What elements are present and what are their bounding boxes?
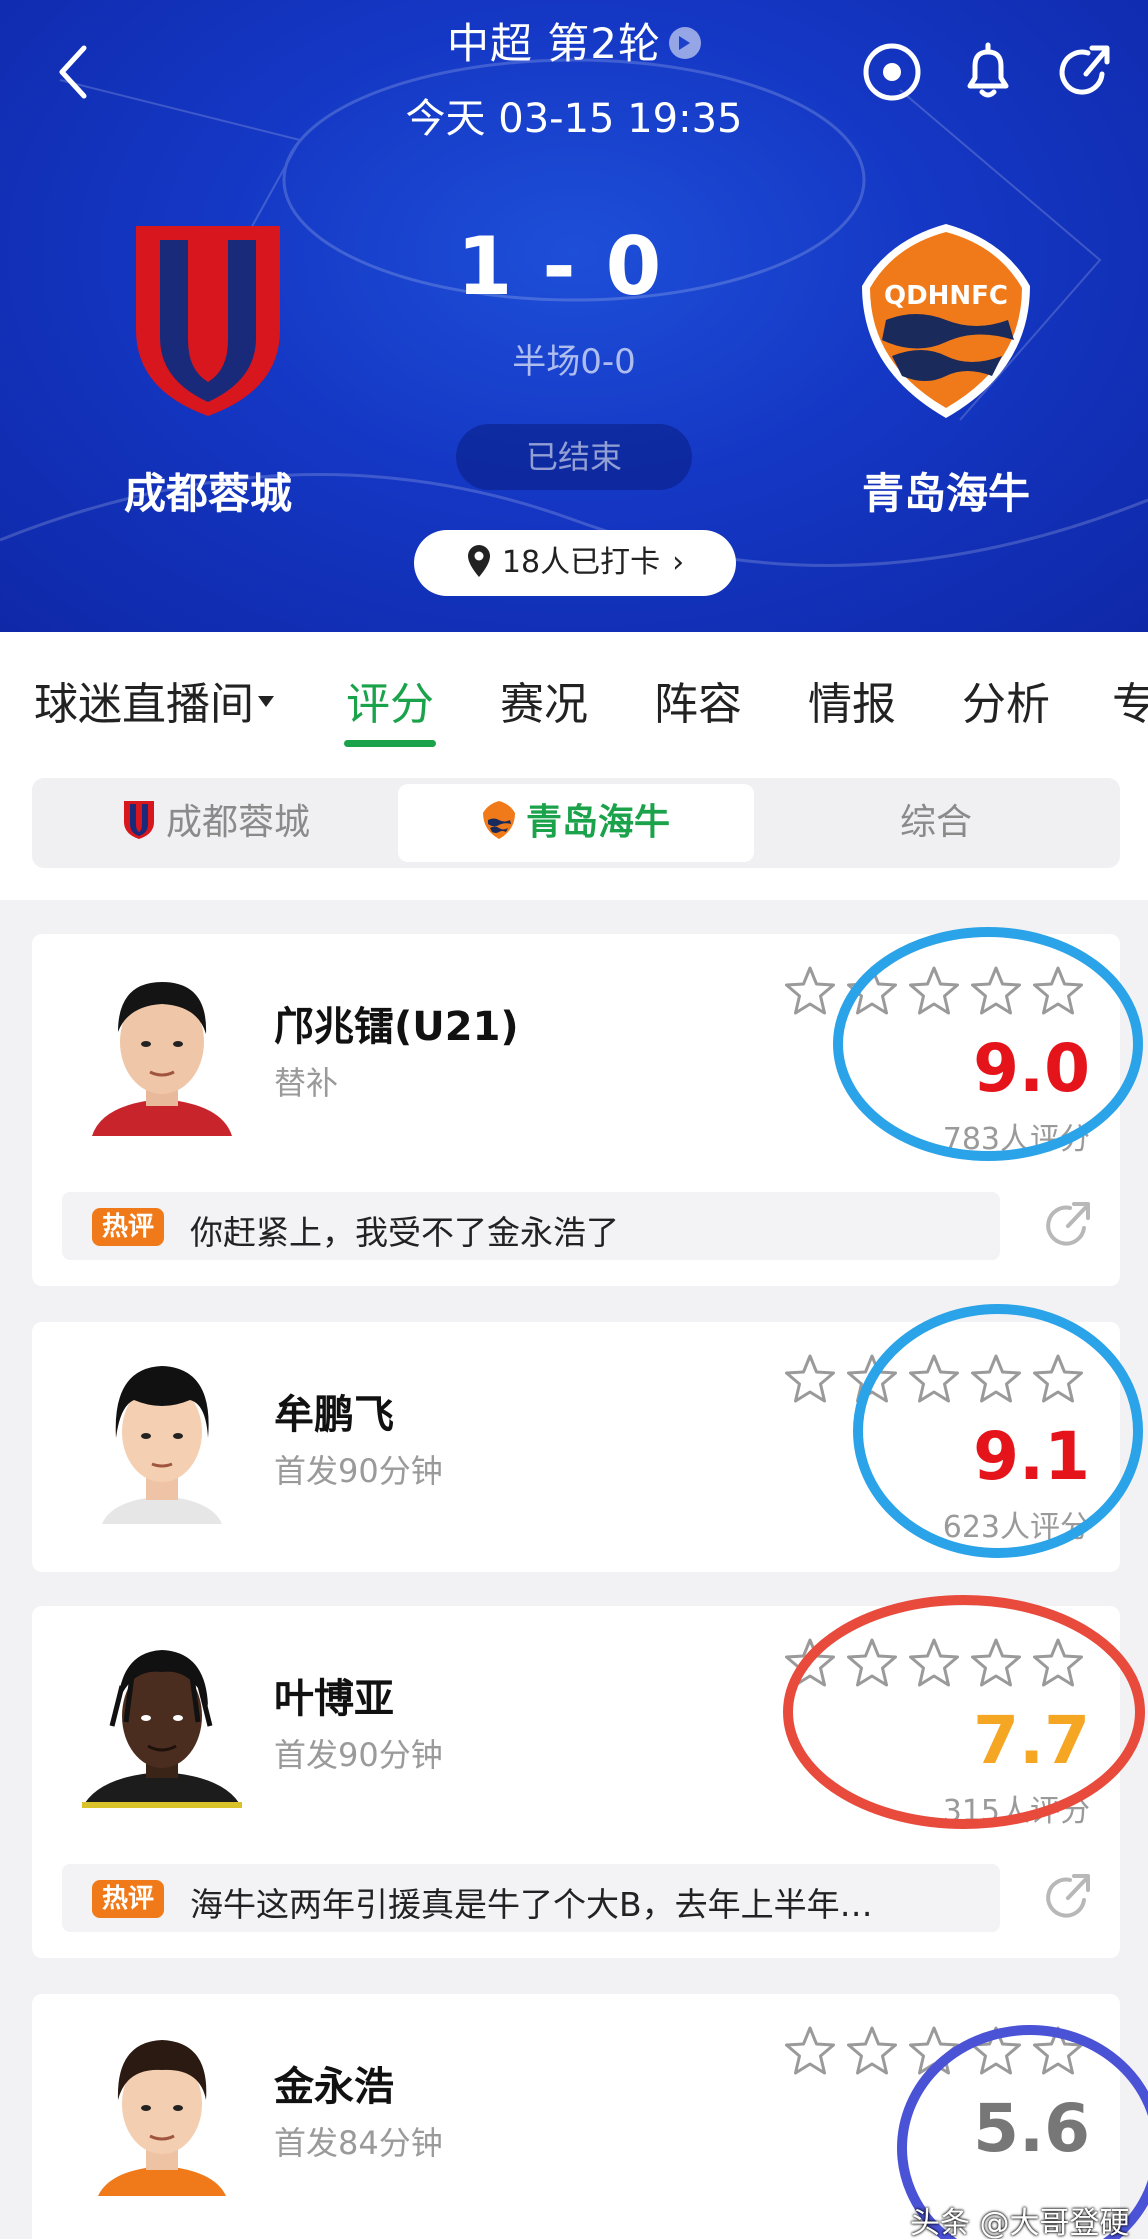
star-rating-input[interactable] (782, 2024, 1102, 2080)
tab-bar: 球迷直播间 评分 赛况 阵容 情报 分析 专 (0, 632, 1148, 750)
player-avatar (82, 2014, 242, 2196)
star-icon[interactable] (968, 2024, 1024, 2080)
tab-intel[interactable]: 情报 (808, 668, 896, 732)
round-arrow-icon (669, 26, 702, 59)
segment-control: 成都蓉城 青岛海牛 综合 (32, 778, 1120, 868)
star-icon[interactable] (782, 1636, 838, 1692)
player-rating: 5.6 (973, 2090, 1090, 2167)
player-rating: 9.1 (973, 1418, 1090, 1495)
score: 1-0 (0, 220, 1148, 313)
star-icon[interactable] (782, 1352, 838, 1408)
star-icon[interactable] (968, 964, 1024, 1020)
away-team-mini-logo (482, 801, 515, 839)
share-icon[interactable] (1052, 40, 1116, 104)
location-pin-icon (467, 544, 490, 577)
tab-fan-live[interactable]: 球迷直播间 (34, 668, 274, 732)
checkin-label: 18人已打卡 (501, 545, 661, 580)
player-role: 首发84分钟 (274, 2124, 443, 2162)
halftime-score: 半场0-0 (512, 342, 636, 382)
segment-label: 青岛海牛 (525, 802, 670, 843)
star-icon[interactable] (1030, 1352, 1086, 1408)
star-icon[interactable] (1030, 2024, 1086, 2080)
player-avatar (82, 1626, 242, 1808)
star-icon[interactable] (844, 2024, 900, 2080)
player-role: 首发90分钟 (274, 1452, 443, 1490)
segment-label: 成都蓉城 (165, 802, 310, 843)
player-name: 叶博亚 (274, 1676, 394, 1722)
score-away: 0 (605, 220, 692, 313)
tab-ratings[interactable]: 评分 (346, 668, 434, 732)
match-header: 中超 第2轮 今天 03-15 19:35 QDHNFC 成都蓉城 青岛海牛 1… (0, 0, 1148, 632)
hot-comment-text: 海牛这两年引援真是牛了个大B，去年上半年… (190, 1885, 873, 1924)
share-icon[interactable] (1040, 1870, 1094, 1924)
chevron-right-icon: › (672, 545, 685, 580)
star-icon[interactable] (844, 1636, 900, 1692)
hot-comment-badge: 热评 (92, 1208, 164, 1246)
team-filter: 成都蓉城 青岛海牛 综合 (0, 750, 1148, 900)
away-team-name[interactable]: 青岛海牛 (796, 460, 1096, 521)
star-icon[interactable] (1030, 1636, 1086, 1692)
player-rating: 9.0 (973, 1030, 1090, 1107)
star-icon[interactable] (782, 964, 838, 1020)
hot-comment[interactable]: 热评 海牛这两年引援真是牛了个大B，去年上半年… (62, 1864, 1000, 1932)
player-rating: 7.7 (973, 1702, 1090, 1779)
player-name: 金永浩 (274, 2064, 394, 2110)
star-icon[interactable] (968, 1352, 1024, 1408)
star-icon[interactable] (844, 964, 900, 1020)
player-card[interactable]: 叶博亚 首发90分钟 7.7 315人评分 热评 海牛这两年引援真是牛了个大B，… (32, 1606, 1120, 1958)
bell-icon[interactable] (956, 40, 1020, 104)
star-icon[interactable] (782, 2024, 838, 2080)
home-team-mini-logo (123, 801, 154, 839)
star-rating-input[interactable] (782, 1352, 1102, 1408)
rating-count: 783人评分 (942, 1122, 1090, 1157)
star-icon[interactable] (1030, 964, 1086, 1020)
player-name: 牟鹏飞 (274, 1392, 394, 1438)
star-icon[interactable] (906, 964, 962, 1020)
hot-comment-text: 你赶紧上，我受不了金永浩了 (190, 1213, 619, 1252)
player-role: 首发90分钟 (274, 1736, 443, 1774)
tab-more[interactable]: 专 (1112, 668, 1148, 732)
active-tab-indicator (344, 740, 436, 747)
player-avatar (82, 1342, 242, 1524)
tab-match-events[interactable]: 赛况 (500, 668, 588, 732)
player-name: 邝兆镭(U21) (274, 1004, 519, 1050)
star-rating-input[interactable] (782, 1636, 1102, 1692)
tab-lineup[interactable]: 阵容 (654, 668, 742, 732)
player-card[interactable]: 邝兆镭(U21) 替补 9.0 783人评分 热评 你赶紧上，我受不了金永浩了 (32, 934, 1120, 1286)
star-icon[interactable] (906, 1636, 962, 1692)
player-card[interactable]: 牟鹏飞 首发90分钟 9.1 623人评分 (32, 1322, 1120, 1572)
match-status-badge: 已结束 (456, 424, 692, 490)
score-home: 1 (456, 220, 543, 313)
segment-home-team[interactable]: 成都蓉城 (38, 784, 394, 862)
watermark: 头条 @大哥登硬 (910, 2206, 1130, 2239)
star-icon[interactable] (844, 1352, 900, 1408)
round-label: 中超 第2轮 (446, 19, 662, 68)
tab-analysis[interactable]: 分析 (962, 668, 1050, 732)
star-icon[interactable] (906, 1352, 962, 1408)
hot-comment[interactable]: 热评 你赶紧上，我受不了金永浩了 (62, 1192, 1000, 1260)
star-icon[interactable] (968, 1636, 1024, 1692)
hot-comment-badge: 热评 (92, 1880, 164, 1918)
star-rating-input[interactable] (782, 964, 1102, 1020)
segment-overall[interactable]: 综合 (758, 784, 1114, 862)
segment-away-team[interactable]: 青岛海牛 (398, 784, 754, 862)
live-icon[interactable] (860, 40, 924, 104)
checkin-button[interactable]: 18人已打卡 › (414, 530, 736, 596)
score-separator: - (542, 220, 606, 313)
home-team-name[interactable]: 成都蓉城 (58, 460, 358, 521)
rating-count: 623人评分 (942, 1510, 1090, 1545)
rating-count: 315人评分 (942, 1794, 1090, 1829)
player-avatar (82, 954, 242, 1136)
share-icon[interactable] (1040, 1198, 1094, 1252)
star-icon[interactable] (906, 2024, 962, 2080)
tab-label: 球迷直播间 (34, 679, 254, 730)
player-role: 替补 (274, 1064, 339, 1102)
caret-down-icon (258, 695, 274, 707)
